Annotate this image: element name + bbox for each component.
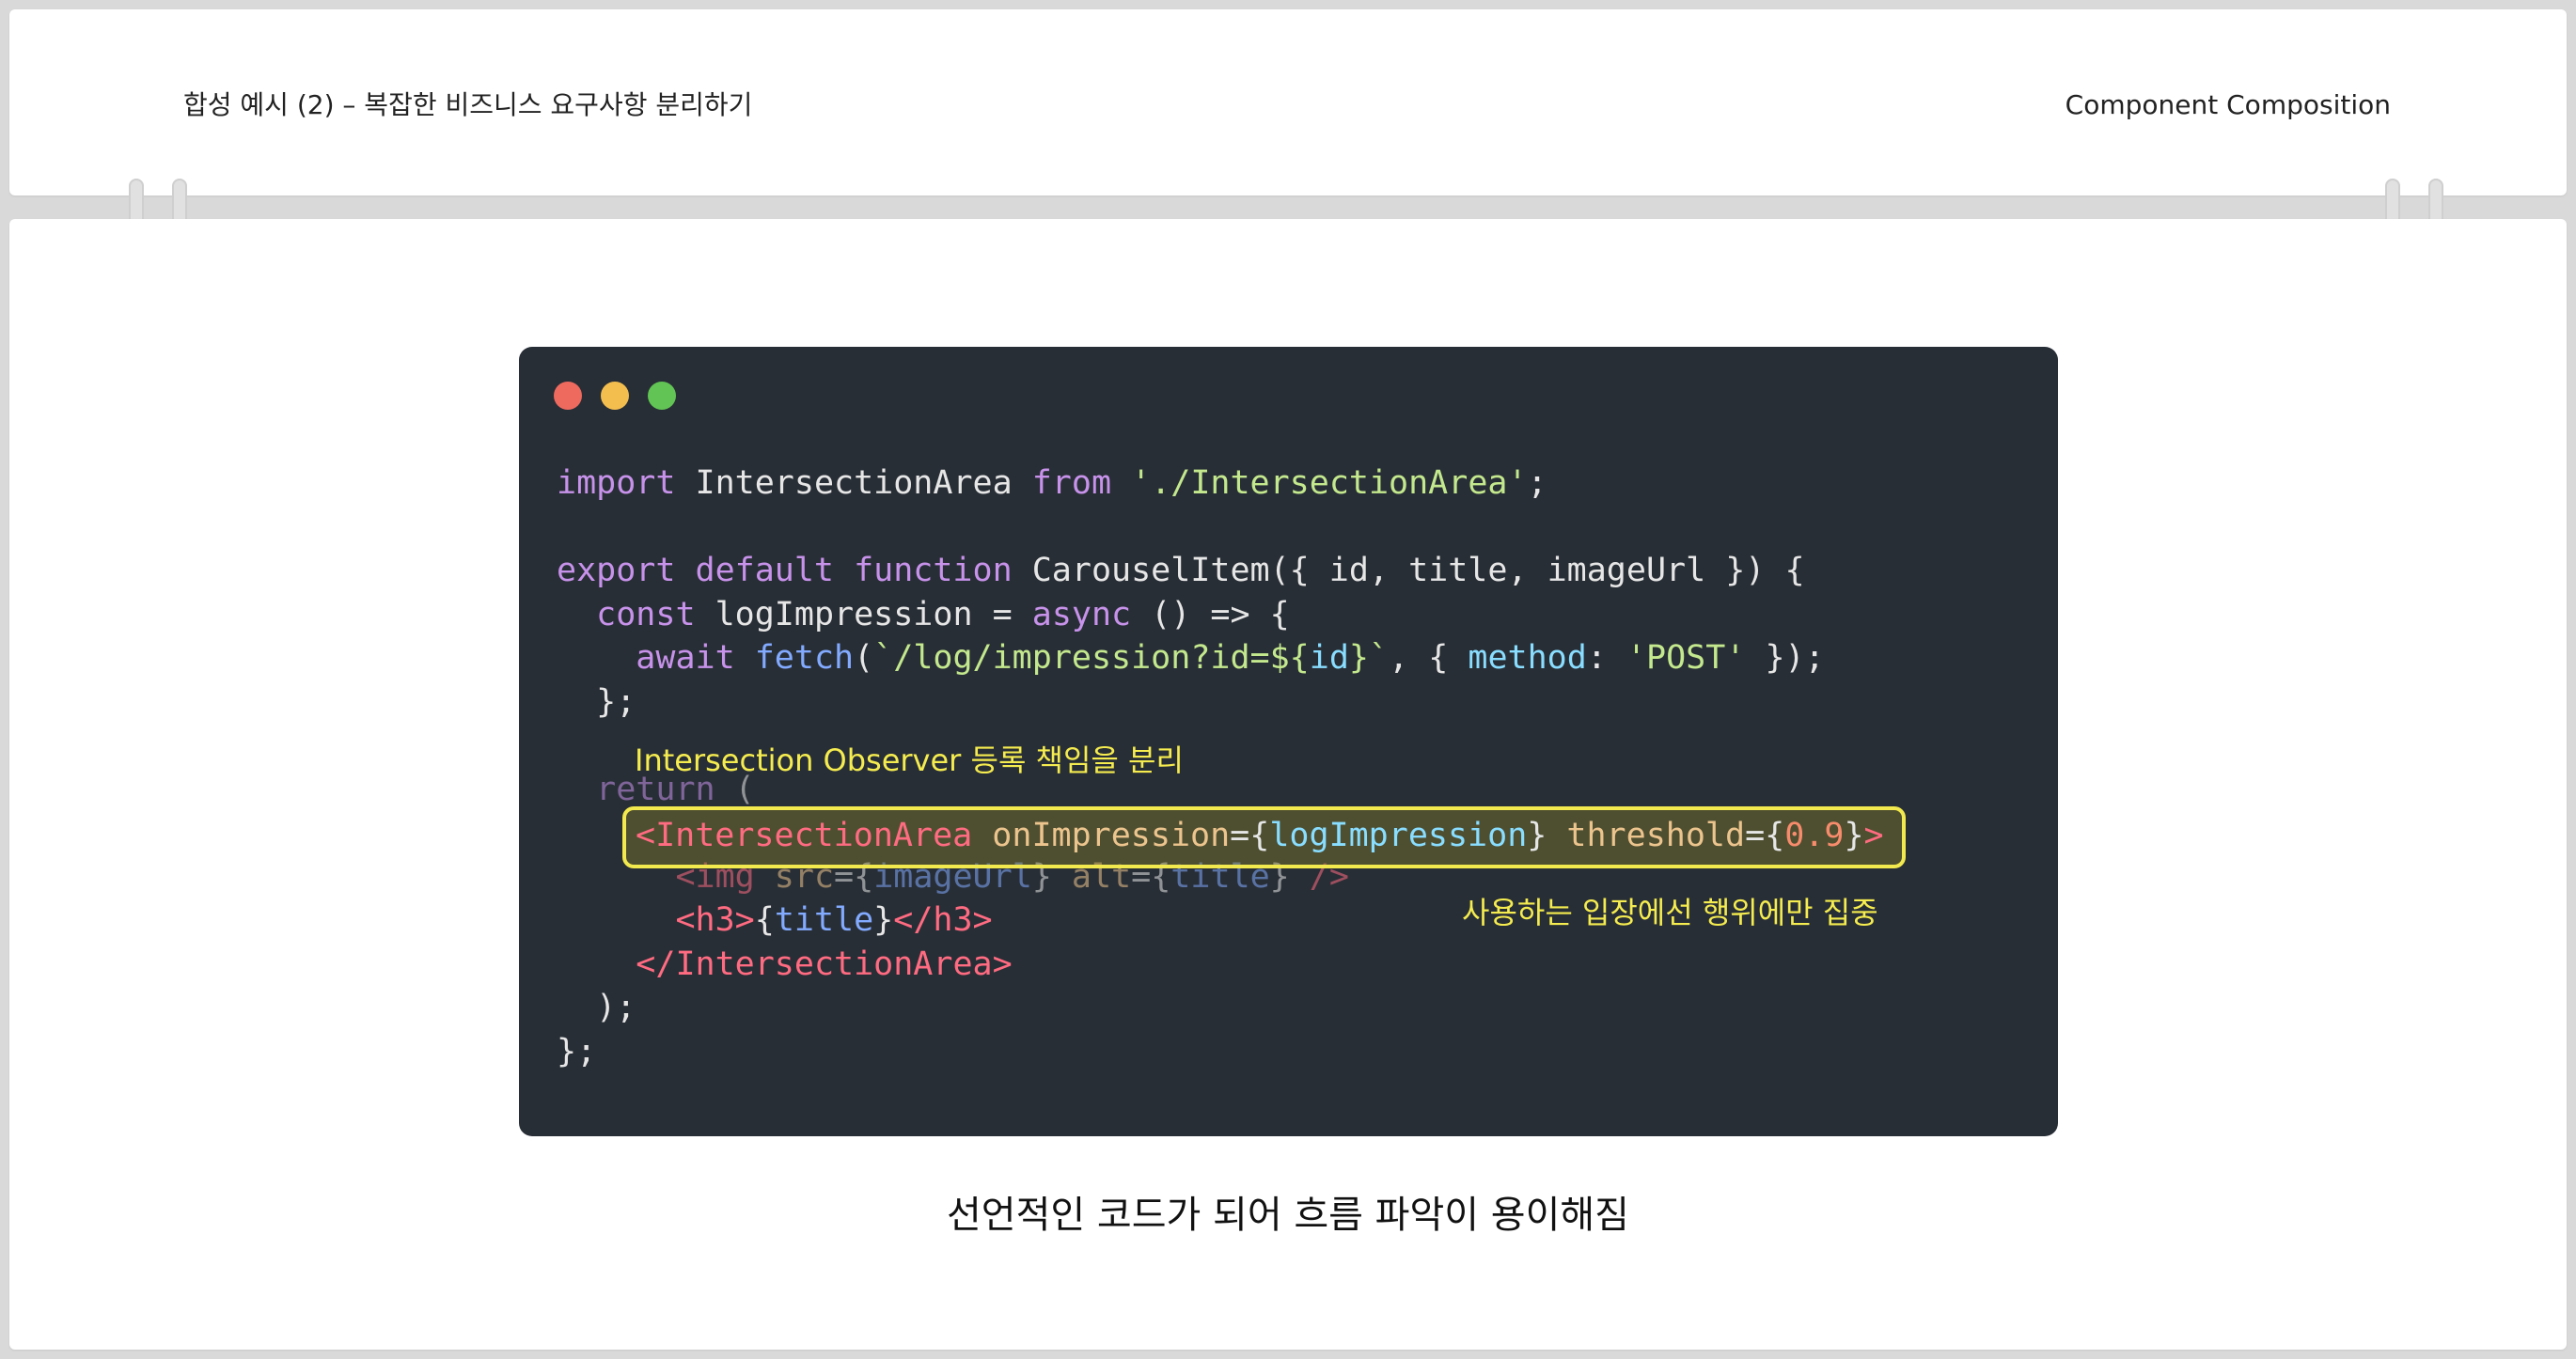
code-window: import IntersectionArea from './Intersec… <box>519 347 2058 1136</box>
highlighted-code-line: <IntersectionArea onImpression={logImpre… <box>636 817 1884 854</box>
deck-title: Component Composition <box>2065 89 2391 120</box>
code-line-5: await fetch(`/log/impression?id=${id}`, … <box>636 639 1825 677</box>
code-line-1: import IntersectionArea from './Intersec… <box>557 464 1547 502</box>
code-line-11: </IntersectionArea> <box>636 945 1013 983</box>
code-line-3: export default function CarouselItem({ i… <box>557 552 1805 589</box>
window-minimize-dot-icon <box>601 382 629 410</box>
code-line-6: }; <box>596 682 636 721</box>
annotation-focus: 사용하는 입장에선 행위에만 집중 <box>1462 895 1878 930</box>
header-panel: 합성 예시 (2) – 복잡한 비즈니스 요구사항 분리하기 Component… <box>9 9 2567 195</box>
code-line-12: ); <box>596 989 636 1026</box>
slide-caption: 선언적인 코드가 되어 흐름 파악이 용이해짐 <box>947 1194 1629 1237</box>
code-line-10: <h3>{title}</h3> <box>675 901 993 939</box>
code-line-4: const logImpression = async () => { <box>596 595 1290 633</box>
window-maximize-dot-icon <box>648 382 676 410</box>
slide-section-title: 합성 예시 (2) – 복잡한 비즈니스 요구사항 분리하기 <box>183 89 753 120</box>
window-close-dot-icon <box>554 382 582 410</box>
annotation-separation: Intersection Observer 등록 책임을 분리 <box>635 742 1184 778</box>
code-line-13: }; <box>557 1032 597 1070</box>
